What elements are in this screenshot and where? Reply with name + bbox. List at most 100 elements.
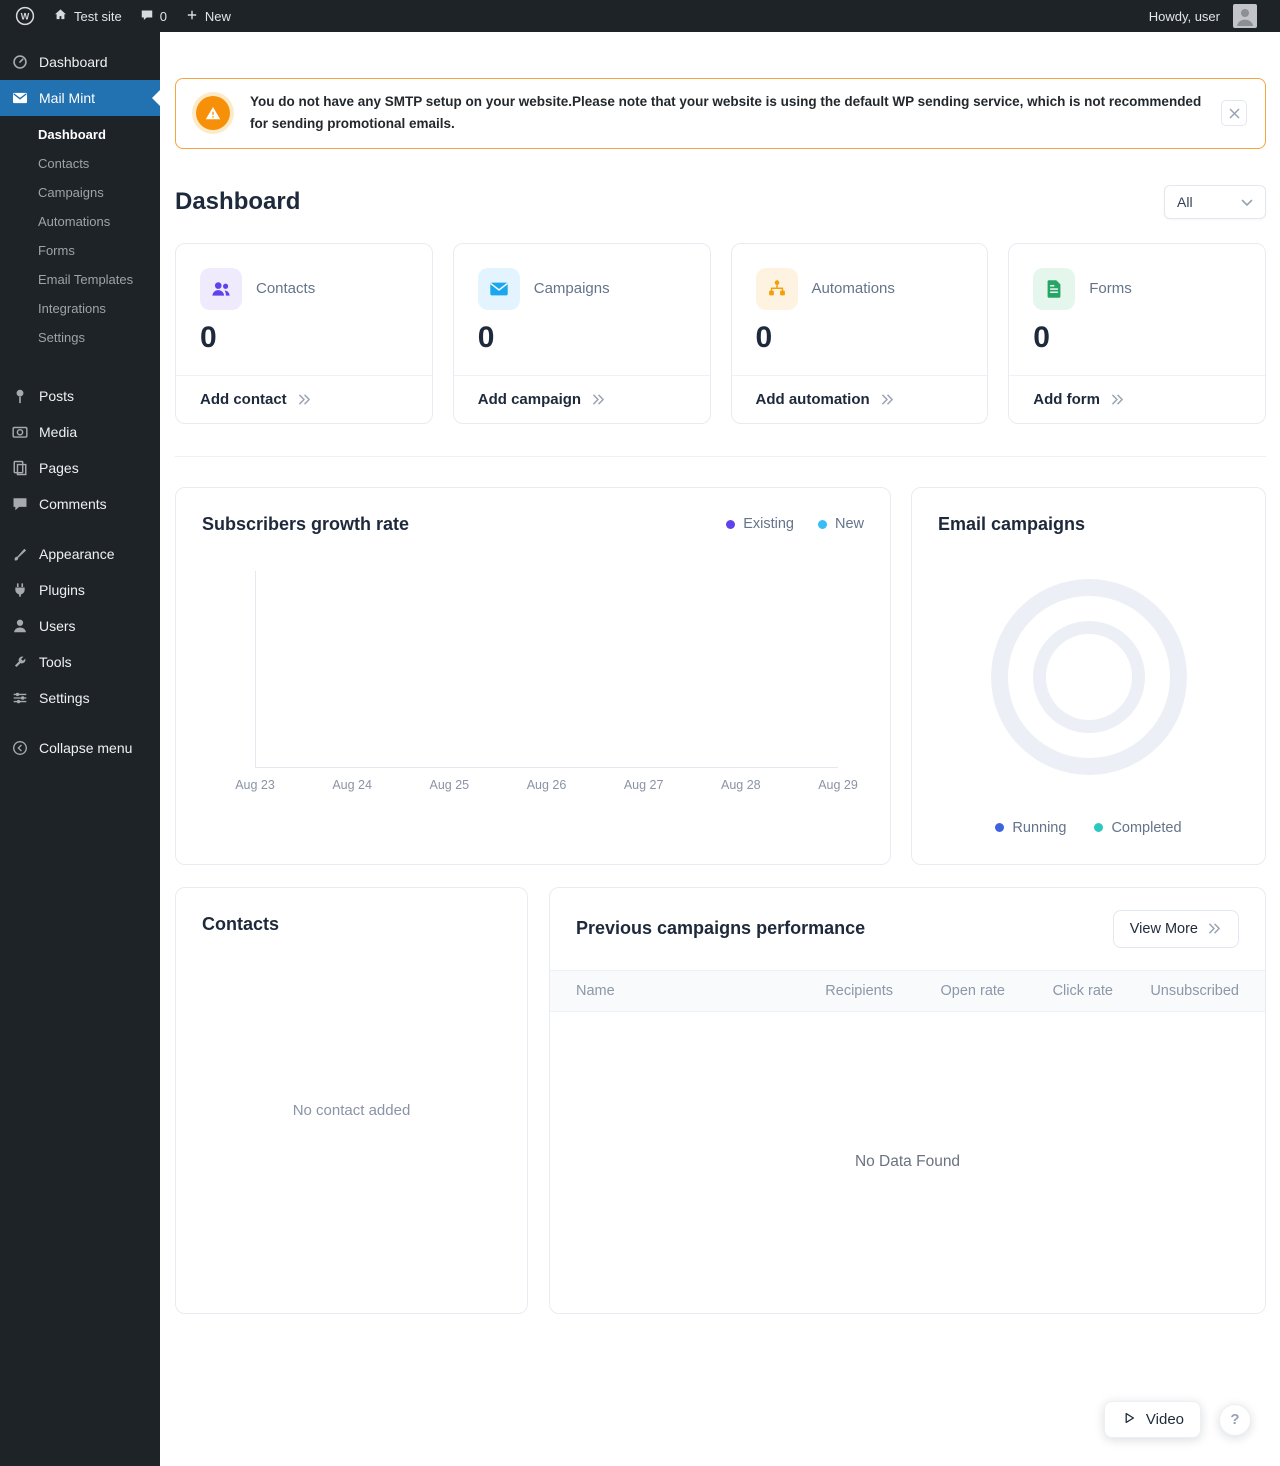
wordpress-logo-icon[interactable]: W [6,0,44,32]
stat-action-label: Add contact [200,390,287,408]
add-automation-button[interactable]: Add automation [731,374,988,423]
column-header-name: Name [576,982,615,999]
growth-chart-legend: Existing New [726,516,864,532]
contacts-card: Contacts No contact added [175,886,528,1314]
legend-item-completed: Completed [1094,819,1182,836]
collapse-icon [10,738,30,758]
sidebar-item-label: Plugins [39,582,85,598]
wp-admin-bar: W Test site 0 New Howdy, user [0,0,1280,32]
stat-value: 0 [1033,320,1050,354]
comments-icon [10,494,30,514]
sidebar-item-media[interactable]: Media [0,414,160,450]
comments-bubble-icon [140,8,154,25]
page-title: Dashboard [175,187,301,215]
video-button-label: Video [1145,1411,1184,1428]
campaigns-table-empty-state: No Data Found [854,1153,961,1171]
warning-icon [196,96,230,131]
admin-bar-comments[interactable]: 0 [131,0,176,32]
sidebar-subitem-automations[interactable]: Automations [0,207,160,236]
plus-icon [185,8,199,25]
stat-card-forms: Forms 0 Add form [1008,242,1266,424]
donut-inner-ring [1032,621,1145,734]
dashboard-icon [10,52,30,72]
stat-value: 0 [755,320,773,354]
contacts-empty-state: No contact added [292,1102,411,1120]
subscribers-growth-card: Subscribers growth rate Existing New Aug… [175,486,891,865]
video-button[interactable]: Video [1103,1401,1201,1438]
sidebar-subitem-dashboard[interactable]: Dashboard [0,120,160,149]
sidebar-item-pages[interactable]: Pages [0,450,160,486]
x-axis-label: Aug 25 [429,777,470,792]
view-more-label: View More [1129,920,1198,937]
stat-action-label: Add automation [755,390,870,408]
posts-icon [10,386,30,406]
double-chevron-icon [297,393,312,406]
legend-item-running: Running [995,820,1066,836]
sidebar-item-label: Settings [39,690,90,706]
add-contact-button[interactable]: Add contact [176,374,432,423]
stat-value: 0 [200,320,217,354]
sidebar-subitem-settings[interactable]: Settings [0,323,160,352]
sidebar-item-plugins[interactable]: Plugins [0,572,160,608]
admin-bar-new[interactable]: New [176,0,240,32]
section-divider [175,455,1266,457]
sidebar-subitem-email-templates[interactable]: Email Templates [0,265,160,294]
email-campaigns-donut [990,579,1187,776]
x-axis-label: Aug 27 [623,777,664,792]
x-axis-label: Aug 28 [721,777,761,792]
menu-separator [0,522,160,536]
filter-selected-value: All [1177,193,1193,210]
column-header-recipients: Recipients [825,982,893,999]
stat-value: 0 [477,320,495,354]
comments-count: 0 [159,8,167,24]
new-label: New [204,8,231,24]
admin-bar-account[interactable]: Howdy, user [1140,0,1266,32]
close-icon[interactable] [1221,100,1247,127]
sidebar-item-label: Mail Mint [39,90,96,106]
legend-dot [1094,823,1104,833]
sidebar-item-comments[interactable]: Comments [0,486,160,522]
charts-row: Subscribers growth rate Existing New Aug… [175,486,1266,865]
x-axis-label: Aug 26 [526,777,567,792]
mail-mint-icon [10,88,30,108]
stat-card-automations: Automations 0 Add automation [730,242,989,424]
sidebar-subitem-forms[interactable]: Forms [0,236,160,265]
sidebar-item-users[interactable]: Users [0,608,160,644]
admin-bar-site-link[interactable]: Test site [44,0,131,32]
sidebar-subitem-integrations[interactable]: Integrations [0,294,160,323]
plugins-icon [10,580,30,600]
stat-label: Campaigns [533,280,610,298]
add-form-button[interactable]: Add form [1009,374,1265,423]
legend-dot [995,823,1005,833]
campaigns-icon [477,267,520,310]
double-chevron-icon [880,393,895,406]
sidebar-item-label: Pages [39,460,79,476]
sidebar-subitem-campaigns[interactable]: Campaigns [0,178,160,207]
forms-icon [1033,267,1076,310]
x-axis-label: Aug 23 [235,777,275,792]
sidebar-item-label: Posts [39,388,75,404]
bottom-row: Contacts No contact added Previous campa… [175,886,1266,1314]
legend-label: Completed [1111,819,1182,836]
legend-label: Running [1012,819,1067,836]
sidebar-item-settings[interactable]: Settings [0,680,160,716]
media-icon [10,422,30,442]
sidebar-item-tools[interactable]: Tools [0,644,160,680]
sidebar-item-collapse-menu[interactable]: Collapse menu [0,730,160,766]
admin-sidebar: Dashboard Mail Mint Dashboard Contacts C… [0,32,160,1466]
view-more-button[interactable]: View More [1112,909,1239,948]
sidebar-item-appearance[interactable]: Appearance [0,536,160,572]
sidebar-item-dashboard[interactable]: Dashboard [0,44,160,80]
mail-mint-submenu: Dashboard Contacts Campaigns Automations… [0,116,160,364]
stat-label: Forms [1089,280,1132,298]
stat-label: Automations [811,280,895,298]
legend-dot [817,519,827,529]
help-button[interactable]: ? [1219,1403,1251,1436]
add-campaign-button[interactable]: Add campaign [453,374,710,423]
sidebar-item-posts[interactable]: Posts [0,378,160,414]
dashboard-filter-select[interactable]: All [1164,184,1266,219]
main-content: You do not have any SMTP setup on your w… [160,32,1280,1466]
sidebar-subitem-contacts[interactable]: Contacts [0,149,160,178]
sidebar-item-mail-mint[interactable]: Mail Mint [0,80,160,116]
page-header: Dashboard All [175,184,1266,219]
